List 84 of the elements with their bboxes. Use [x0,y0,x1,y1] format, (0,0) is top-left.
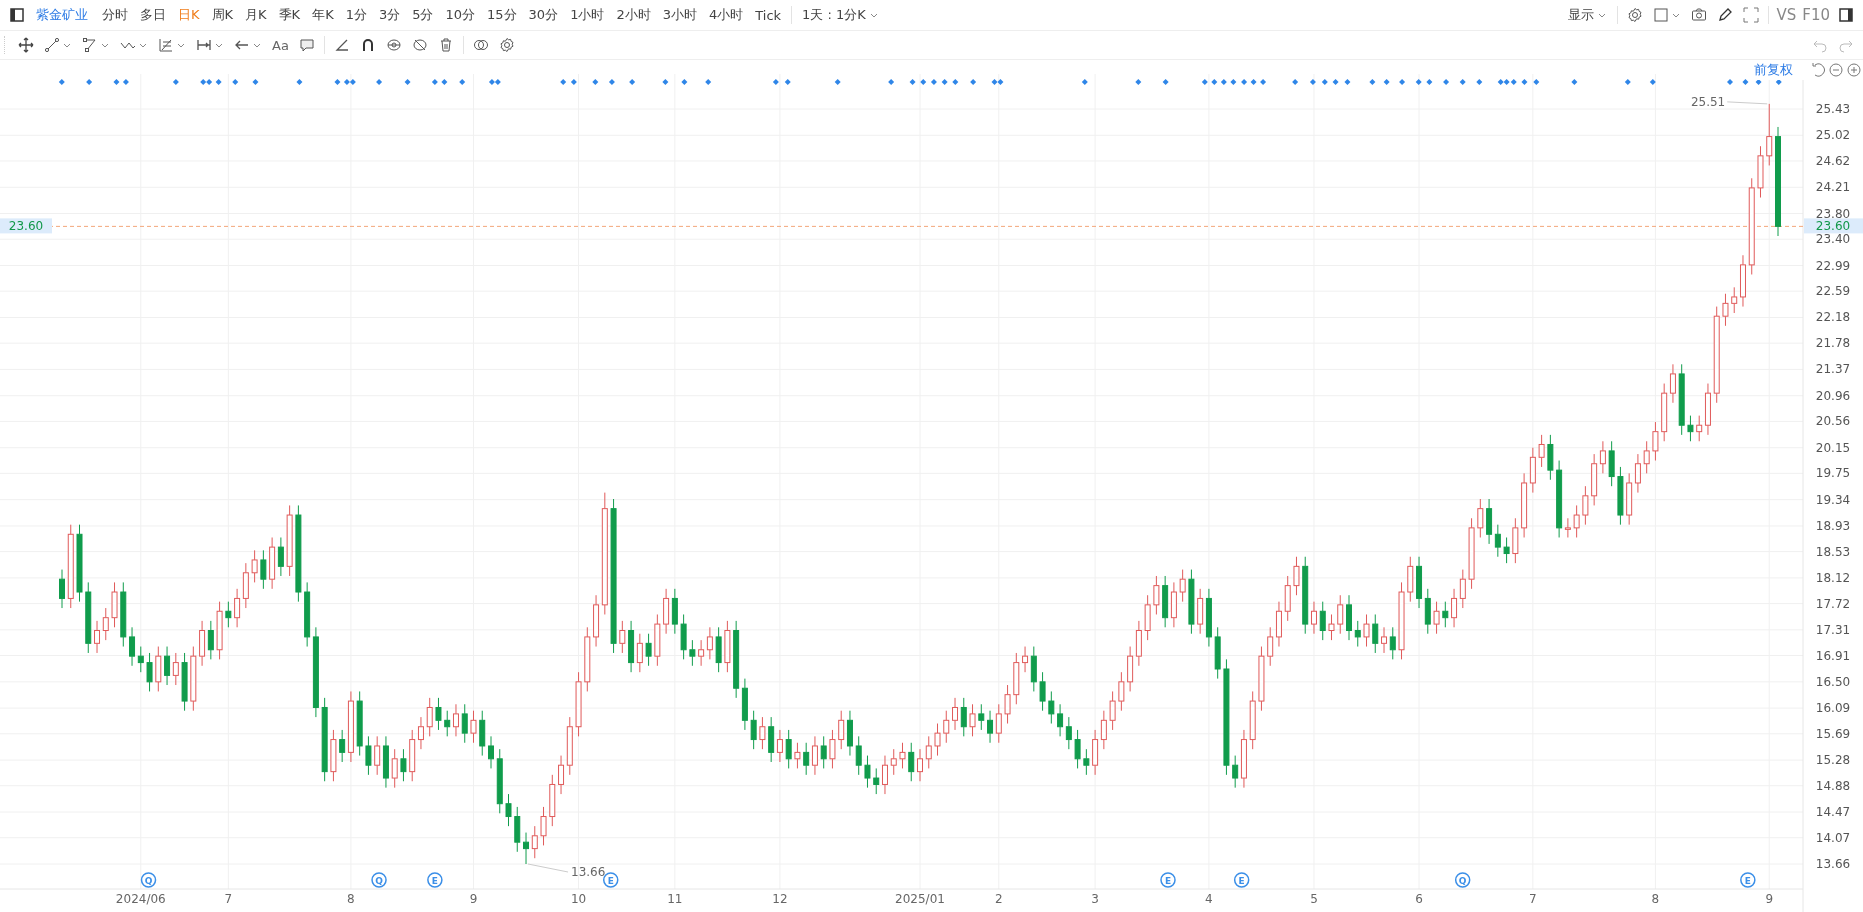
f10-button[interactable]: F10 [1799,6,1833,24]
axis-label: 9 [1765,892,1774,906]
event-marker: Q [140,872,157,888]
high-price-label: 25.51 [1690,94,1726,109]
event-marker: E [1740,872,1756,888]
axis-label: 18.53 [1815,544,1851,559]
axis-label: 11 [667,892,683,906]
axis-label: 19.75 [1815,466,1851,481]
axis-label: 5 [1310,892,1318,906]
period-tab[interactable]: 月K [239,6,273,24]
axis-label: 14.88 [1815,778,1851,793]
axis-label: 16.50 [1815,674,1851,689]
period-tab[interactable]: 多日 [134,6,172,24]
period-tab[interactable]: 1分 [339,6,373,24]
axis-label: 24.62 [1815,153,1851,168]
axis-label: 18.12 [1815,570,1851,585]
axis-label: 12 [772,892,788,906]
axis-label: 22.18 [1815,310,1851,325]
ref-line-label: 23.60 [1815,219,1851,234]
axis-label: 20.56 [1815,414,1851,429]
symbol-link[interactable]: 紫金矿业 [30,6,96,24]
axis-label: 10 [570,892,587,906]
axis-label: 23.40 [1815,232,1851,247]
axis-label: 9 [469,892,478,906]
axis-label: 14.07 [1815,830,1851,845]
axis-label: 22.99 [1815,258,1851,273]
axis-label: 16.91 [1815,648,1851,663]
price-tag: 23.60 [1804,218,1863,234]
period-tab[interactable]: 1小时 [564,6,611,24]
period-tab[interactable]: 5分 [406,6,440,24]
adjustment-link[interactable]: 前复权 [1750,61,1809,79]
axis-label: 2024/06 [115,892,166,906]
price-tag: 23.60 [0,218,52,234]
axis-label: 18.93 [1815,518,1851,533]
axis-label: 8 [347,892,355,906]
period-tab[interactable]: 2小时 [610,6,657,24]
event-marker: Q [371,872,387,888]
axis-label: 24.21 [1815,180,1851,195]
period-tab[interactable]: 30分 [522,6,565,24]
axis-label: 2025/01 [895,892,945,906]
display-dropdown[interactable]: 显示 [1562,6,1614,24]
period-tab[interactable]: 3小时 [656,6,703,24]
dropdown-label: 1天 : 1分K [802,6,866,24]
axis-label: 7 [1529,892,1537,906]
axis-label: 22.59 [1815,284,1851,299]
axis-label: 6 [1415,892,1423,906]
axis-label: 3 [1091,892,1099,906]
axis-label: 13.66 [1815,857,1851,871]
period-tab[interactable]: 季K [272,6,307,24]
axis-label: 7 [224,892,233,906]
axis-label: 23.80 [1815,206,1851,221]
period-tab[interactable]: 15分 [481,6,523,24]
text-tool-button[interactable]: Aa [267,37,294,53]
axis-label: 15.28 [1815,753,1851,768]
low-price-label: 13.66 [571,865,606,879]
axis-label: 2 [995,892,1003,906]
event-marker: E [427,872,443,888]
axis-label: 14.47 [1815,805,1851,820]
period-tab[interactable]: 分时 [96,6,134,24]
period-tab[interactable]: 4小时 [703,6,750,24]
axis-label: 20.96 [1815,388,1851,403]
axis-label: 15.69 [1815,726,1851,741]
axis-label: 21.37 [1815,362,1851,377]
dropdown-label: 显示 [1568,6,1595,24]
interval-dropdown[interactable]: 1天 : 1分K [796,6,885,24]
axis-label: 20.15 [1815,440,1851,455]
axis-label: 4 [1205,892,1213,906]
axis-label: 17.72 [1815,596,1851,611]
axis-label: 19.34 [1815,492,1851,507]
period-tab[interactable]: 周K [205,6,240,24]
axis-label: 25.02 [1815,128,1851,143]
compare-button[interactable]: VS [1773,6,1800,24]
axis-label: 8 [1651,892,1660,906]
period-tab[interactable]: 3分 [372,6,407,24]
event-marker: E [1233,872,1250,888]
axis-label: 21.78 [1815,336,1851,351]
event-marker: Q [1454,872,1471,888]
period-tab[interactable]: 10分 [439,6,482,24]
axis-label: 25.43 [1815,102,1851,116]
event-marker: E [1160,872,1176,888]
period-tab[interactable]: 年K [306,6,340,24]
axis-label: 16.09 [1815,701,1851,716]
axis-label: 17.31 [1815,622,1851,637]
period-tab[interactable]: Tick [749,7,788,23]
